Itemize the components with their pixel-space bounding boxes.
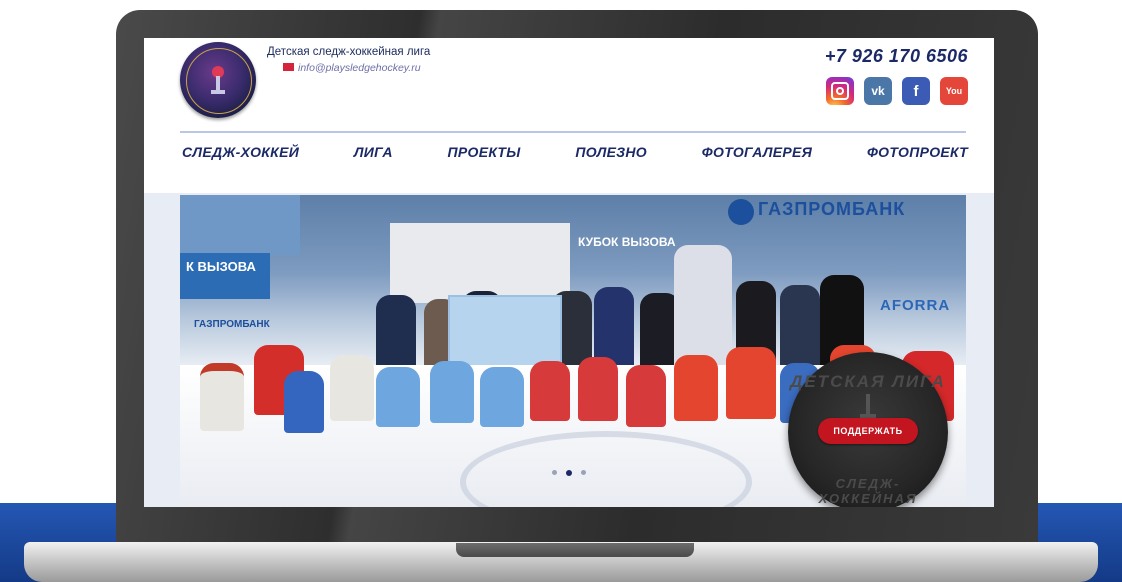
email-text: info@playsledgehockey.ru <box>298 62 421 74</box>
sponsor-gazprombank: ГАЗПРОМБАНК <box>728 199 918 229</box>
header-divider <box>180 131 966 133</box>
sponsor-aforra: AFORRA <box>880 297 951 314</box>
gazprombank-logo-icon <box>728 199 754 225</box>
slider-dot-active[interactable] <box>566 469 572 476</box>
sponsor-gazprombank-text: ГАЗПРОМБАНК <box>758 199 906 219</box>
support-button[interactable]: ПОДДЕРЖАТЬ <box>818 418 918 444</box>
player-figure <box>376 367 420 427</box>
facebook-icon[interactable]: f <box>902 77 930 105</box>
player-figure <box>626 365 666 427</box>
vk-icon[interactable]: vk <box>864 77 892 105</box>
hockey-stick-icon <box>211 66 225 94</box>
social-links: vk f You <box>826 77 968 105</box>
email-link[interactable]: info@playsledgehockey.ru <box>283 62 421 74</box>
puck-text-top: ДЕТСКАЯ ЛИГА <box>790 372 946 391</box>
puck-text-bottom: СЛЕДЖ-ХОККЕЙНАЯ <box>818 476 918 506</box>
player-figure <box>726 347 776 419</box>
arena-board <box>180 195 300 255</box>
nav-item-league[interactable]: ЛИГА <box>354 144 393 160</box>
slider-dot[interactable] <box>581 470 586 475</box>
nav-item-photo-gallery[interactable]: ФОТОГАЛЕРЕЯ <box>702 144 812 160</box>
player-figure <box>578 357 618 421</box>
browser-viewport: Детская следж-хоккейная лига info@playsl… <box>144 38 994 507</box>
player-figure <box>674 355 718 421</box>
league-logo[interactable] <box>180 42 256 118</box>
laptop-notch <box>456 543 694 557</box>
nav-item-sledge-hockey[interactable]: СЛЕДЖ-ХОККЕЙ <box>182 144 299 160</box>
youtube-icon[interactable]: You <box>940 77 968 105</box>
banner-left: К ВЫЗОВА <box>180 253 270 299</box>
player-figure <box>530 361 570 421</box>
player-figure <box>430 361 474 423</box>
player-figure <box>284 371 324 433</box>
slider-pagination <box>552 469 586 476</box>
phone-number[interactable]: +7 926 170 6506 <box>825 46 968 67</box>
slider-dot[interactable] <box>552 470 557 475</box>
main-nav: СЛЕДЖ-ХОККЕЙ ЛИГА ПРОЕКТЫ ПОЛЕЗНО ФОТОГА… <box>182 144 968 160</box>
site-title: Детская следж-хоккейная лига <box>267 46 431 58</box>
support-puck-widget: ДЕТСКАЯ ЛИГА ПОДДЕРЖАТЬ СЛЕДЖ-ХОККЕЙНАЯ <box>788 352 948 507</box>
nav-item-photo-project[interactable]: ФОТОПРОЕКТ <box>867 144 968 160</box>
mail-icon <box>283 63 294 71</box>
player-figure <box>200 363 244 431</box>
sponsor-gazprombank-small: ГАЗПРОМБАНК <box>194 319 270 330</box>
nav-item-useful[interactable]: ПОЛЕЗНО <box>575 144 647 160</box>
team-flag <box>448 295 562 369</box>
player-figure <box>330 355 374 421</box>
player-figure <box>480 367 524 427</box>
nav-item-projects[interactable]: ПРОЕКТЫ <box>448 144 521 160</box>
instagram-icon[interactable] <box>826 77 854 105</box>
